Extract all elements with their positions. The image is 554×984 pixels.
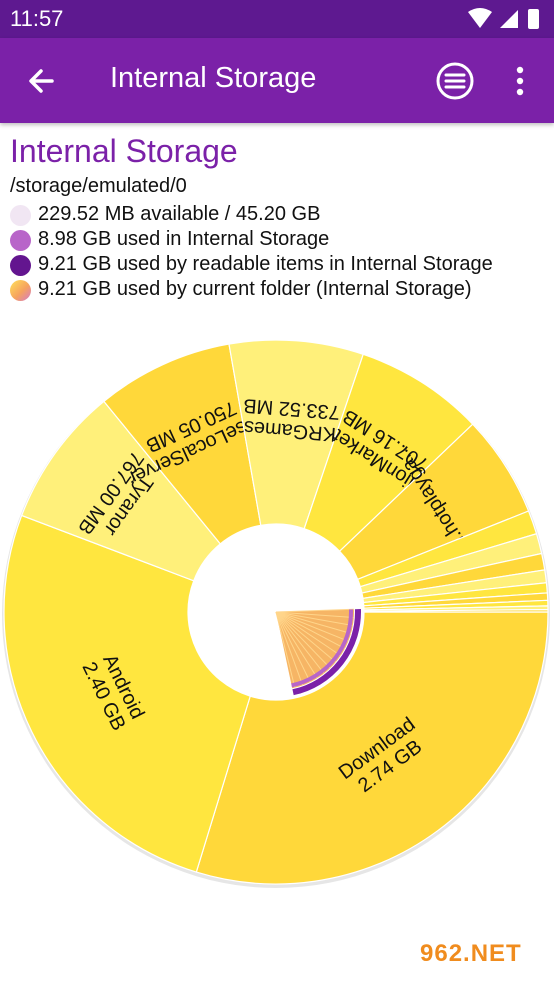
legend-text: 9.21 GB used by readable items in Intern… [38, 253, 493, 275]
signal-icon [500, 10, 518, 28]
legend-text: 229.52 MB available / 45.20 GB [38, 203, 321, 225]
status-bar: 11:57 [0, 0, 554, 38]
legend-available: 229.52 MB available / 45.20 GB [10, 203, 550, 227]
available-dot-icon [10, 205, 31, 226]
more-options-icon[interactable] [500, 60, 540, 102]
list-view-icon[interactable] [434, 60, 476, 102]
folder-dot-icon [10, 280, 31, 301]
app-bar: Internal Storage [0, 38, 554, 123]
legend-text: 9.21 GB used by current folder (Internal… [38, 278, 472, 300]
readable-dot-icon [10, 255, 31, 276]
storage-pie-chart[interactable]: Download2.74 GBAndroid2.40 GBTyranor767.… [0, 330, 554, 900]
legend-text: 8.98 GB used in Internal Storage [38, 228, 330, 250]
back-arrow-icon[interactable] [22, 60, 64, 102]
watermark-logo: 962.NET [414, 938, 550, 980]
app-title: Internal Storage [110, 62, 317, 94]
wifi-icon [468, 8, 492, 28]
status-time: 11:57 [10, 6, 64, 31]
watermark-text: 962.NET [420, 940, 522, 967]
legend-used: 8.98 GB used in Internal Storage [10, 228, 550, 252]
slice-label-group: KRGames733.52 MB [242, 394, 340, 445]
status-icons [468, 8, 539, 29]
used-dot-icon [10, 230, 31, 251]
legend-current-folder: 9.21 GB used by current folder (Internal… [10, 278, 550, 302]
battery-icon [528, 9, 539, 29]
legend-readable: 9.21 GB used by readable items in Intern… [10, 253, 550, 277]
storage-chart[interactable]: Download 2.74 GB Android 2.40 GB Tyranor 767.… [0, 330, 554, 900]
storage-heading: Internal Storage [10, 133, 238, 169]
storage-path: /storage/emulated/0 [10, 175, 187, 197]
